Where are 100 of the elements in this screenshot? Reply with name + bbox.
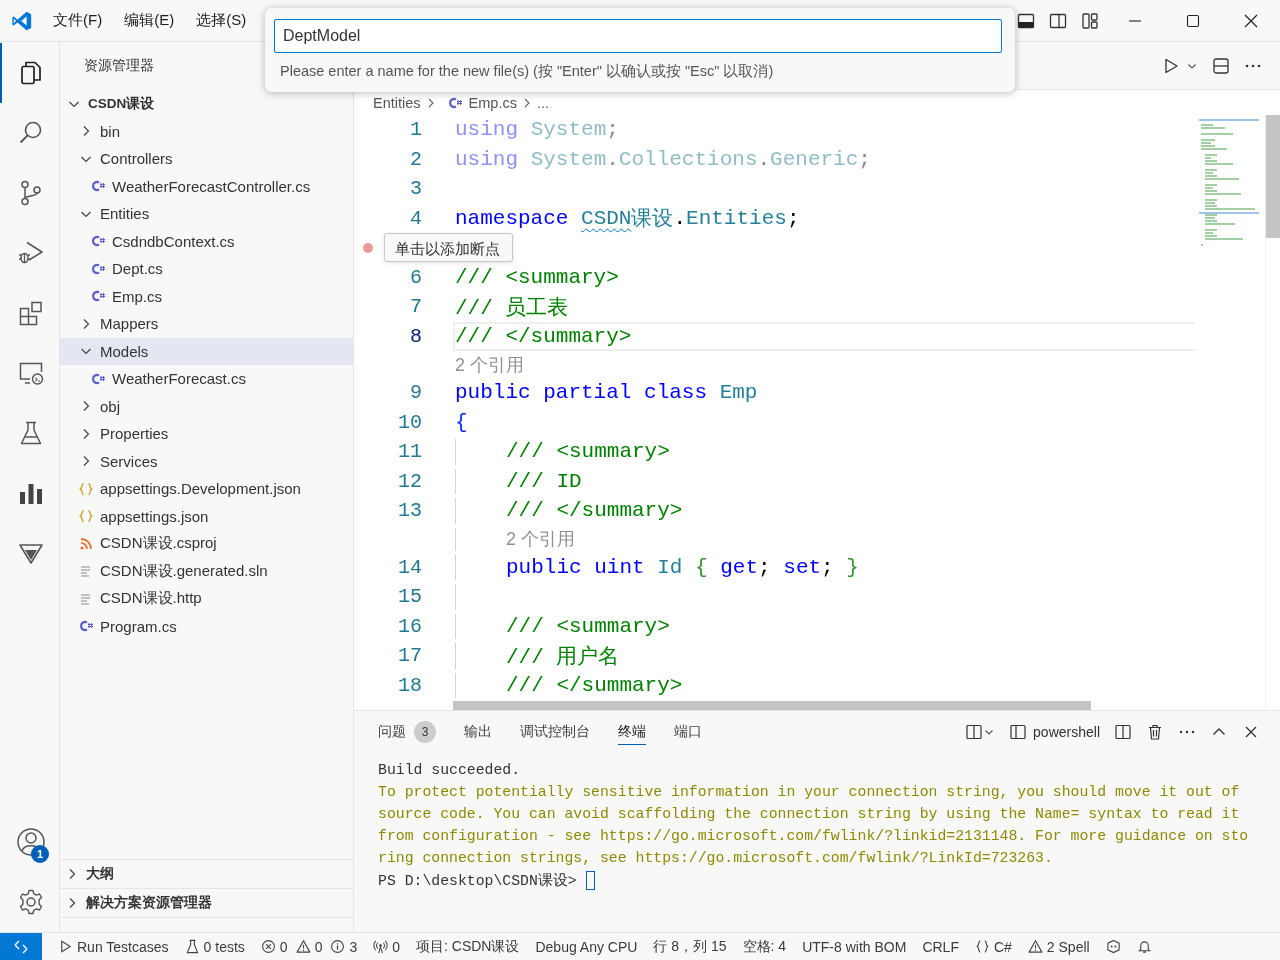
toggle-panel-icon[interactable] (1017, 11, 1035, 30)
menu-item[interactable]: 选择(S) (196, 11, 247, 30)
toggle-sidebar-icon[interactable] (1049, 11, 1067, 30)
code-token: . (606, 147, 619, 171)
tree-item[interactable]: Controllers (60, 145, 353, 173)
tree-item[interactable]: CSDN课设.generated.sln (60, 557, 353, 585)
panel-tab[interactable]: 问题 3 (378, 719, 436, 745)
line-number: 9 (410, 381, 422, 405)
json-file-icon (78, 508, 94, 525)
code-token: public partial class (455, 381, 709, 405)
status-bar-item[interactable]: Run Testcases (58, 938, 169, 955)
code-token: { (695, 555, 709, 579)
status-bar-item[interactable]: Debug Any CPU (535, 938, 638, 955)
maximize-icon[interactable] (1185, 12, 1201, 29)
line-number: 18 (398, 673, 422, 697)
file-name-input[interactable]: DeptModel (274, 19, 1002, 53)
code-token: Id (657, 555, 684, 579)
remote-icon (13, 938, 29, 955)
code-token: using (455, 118, 519, 142)
tree-item[interactable]: CSDN课设.http (60, 585, 353, 613)
status-bar-item[interactable] (1105, 939, 1121, 954)
horizontal-scrollbar[interactable] (453, 701, 1091, 710)
tree-item[interactable]: appsettings.json (60, 502, 353, 530)
trash-icon[interactable] (1146, 723, 1164, 741)
breadcrumb-item[interactable]: Emp.cs (468, 94, 517, 111)
status-bar-item[interactable]: CRLF (922, 938, 959, 955)
line-number: 15 (398, 585, 422, 609)
split-terminal-icon[interactable] (1114, 723, 1132, 741)
terminal-selector[interactable]: powershell (1009, 723, 1100, 741)
status-bar-item[interactable]: C# (974, 938, 1012, 955)
sidebar-section-header[interactable]: 大纲 (60, 860, 353, 889)
breadcrumb-item[interactable]: Entities (373, 94, 421, 111)
tree-item[interactable]: WeatherForecastController.cs (60, 172, 353, 200)
tree-item[interactable]: appsettings.Development.json (60, 475, 353, 503)
tree-item[interactable]: bin (60, 117, 353, 145)
panel-layout-icon[interactable] (965, 723, 984, 741)
tree-item[interactable]: Program.cs (60, 612, 353, 640)
status-bar-item[interactable]: 0 (373, 938, 400, 955)
status-bar-item[interactable]: 项目: CSDN课设 (416, 937, 520, 956)
status-bar-item[interactable]: 0 tests (184, 938, 245, 955)
menu-item[interactable]: 文件(F) (53, 11, 103, 30)
status-bar-item[interactable] (1136, 939, 1152, 954)
tree-item[interactable]: Emp.cs (60, 282, 353, 310)
status-bar-item[interactable]: 2 Spell (1027, 938, 1090, 955)
terminal-line: PS D:\desktop\CSDN课设> (378, 871, 578, 890)
tab-label: 问题 (378, 722, 406, 741)
tree-item[interactable]: CsdndbContext.cs (60, 227, 353, 255)
status-bar-item[interactable]: 行 8，列 15 (653, 937, 727, 956)
breadcrumb-item[interactable]: ... (536, 94, 549, 111)
tree-item[interactable]: obj (60, 392, 353, 420)
code-token: namespace (455, 206, 570, 230)
code-token: ; (858, 147, 871, 171)
warning-icon (1027, 939, 1043, 954)
tree-item[interactable]: Dept.cs (60, 255, 353, 283)
tree-item[interactable]: Services (60, 447, 353, 475)
line-number: 8 (410, 324, 422, 348)
menu-item[interactable]: 编辑(E) (124, 11, 175, 30)
status-bar-item[interactable]: 0 (260, 938, 288, 955)
line-number: 4 (410, 206, 422, 230)
code-token: /// </summary> (455, 324, 632, 348)
tree-item[interactable]: CSDN课设.csproj (60, 530, 353, 558)
close-icon[interactable] (1243, 12, 1259, 29)
run-icon[interactable] (1162, 56, 1180, 75)
app-logo-icon (11, 9, 33, 32)
notifications-icon (1136, 939, 1152, 954)
info-icon (330, 939, 346, 954)
tree-item[interactable]: CSDN课设 (60, 90, 353, 118)
tree-item[interactable]: Entities (60, 200, 353, 228)
code-token: { (455, 410, 468, 434)
split-editor-icon[interactable] (1212, 56, 1230, 75)
code-token: ; (606, 118, 619, 142)
status-bar-item[interactable]: 0 (295, 938, 323, 955)
tree-item[interactable]: Properties (60, 420, 353, 448)
sidebar-section-header[interactable]: 解决方案资源管理器 (60, 889, 353, 918)
line-number: 1 (410, 118, 422, 142)
vertical-scrollbar-thumb[interactable] (1266, 115, 1280, 238)
json-file-icon (78, 480, 94, 497)
status-bar-item[interactable]: 空格: 4 (742, 937, 787, 956)
tree-item[interactable]: WeatherForecast.cs (60, 365, 353, 393)
terminal-line: source code. You can avoid scaffolding the connection string by using the Name= syntax to read it (378, 806, 1240, 822)
breakpoint-hint-dot[interactable] (363, 243, 373, 253)
layout-icon[interactable] (1081, 11, 1099, 30)
quick-input-message: Please enter a name for the new file(s) (按 "Enter" 以确认或按 "Esc" 以取消) (280, 62, 775, 81)
line-number: 3 (410, 177, 422, 201)
line-number: 17 (398, 644, 422, 668)
account-icon (15, 827, 46, 857)
broadcast-icon (373, 939, 389, 954)
status-bar-item[interactable]: UTF-8 with BOM (802, 938, 907, 955)
code-token: /// <summary> (506, 440, 670, 464)
code-token: set (783, 555, 822, 579)
code-token: Collections (618, 147, 758, 171)
warning-icon (295, 939, 311, 954)
line-number: 16 (398, 614, 422, 638)
terminal-pane-icon (1009, 723, 1028, 741)
tree-item[interactable]: Mappers (60, 310, 353, 338)
status-bar-item[interactable]: 3 (330, 938, 358, 955)
tree-item[interactable]: Models (60, 337, 353, 365)
activity-bar-item[interactable]: 1 (0, 812, 59, 872)
code-token: public uint (506, 555, 646, 579)
line-number: 6 (410, 265, 422, 289)
